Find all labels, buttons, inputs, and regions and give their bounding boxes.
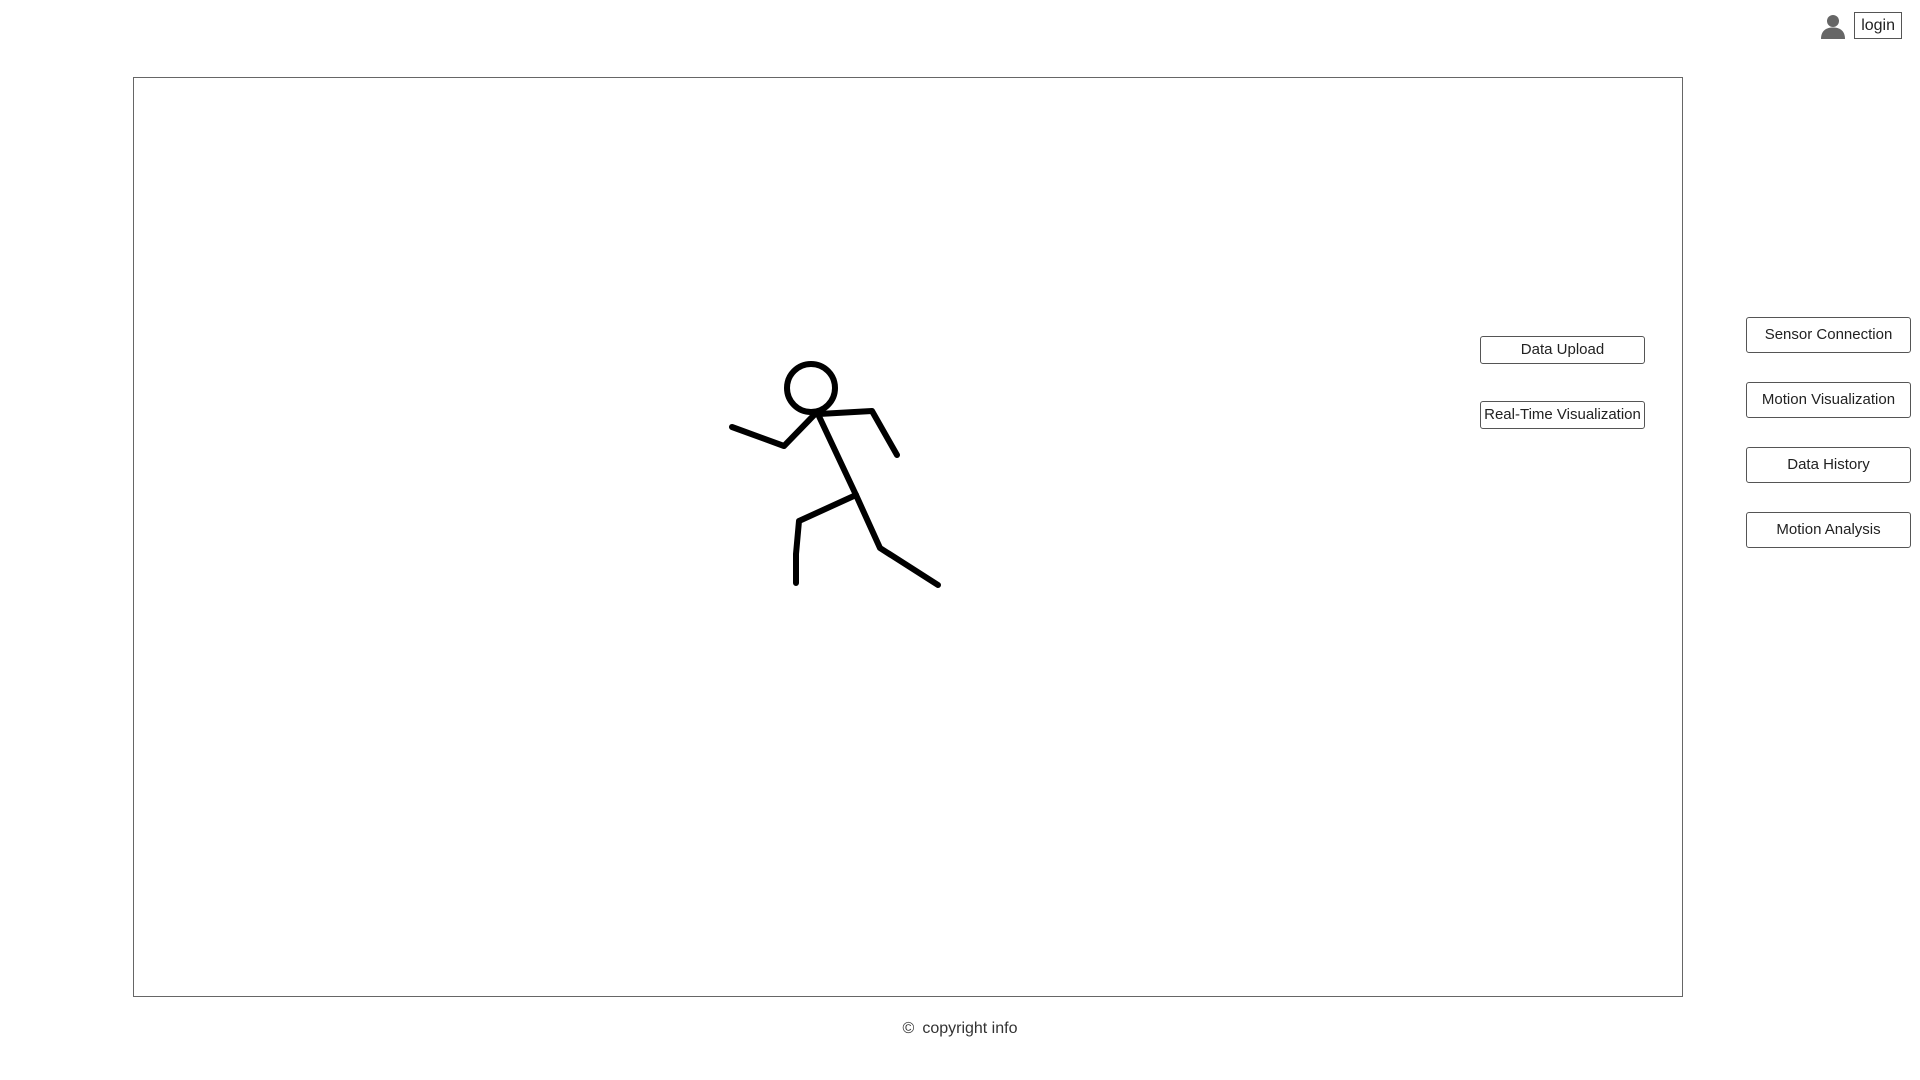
footer: © copyright info xyxy=(0,1020,1920,1038)
page: login Data Upload Real-Time Visualizatio… xyxy=(0,0,1920,1080)
copyright-symbol: © xyxy=(902,1020,915,1037)
side-nav: Sensor Connection Motion Visualization D… xyxy=(1746,317,1911,577)
running-stick-figure-icon xyxy=(729,361,941,588)
data-upload-button[interactable]: Data Upload xyxy=(1480,336,1645,364)
sensor-connection-button[interactable]: Sensor Connection xyxy=(1746,317,1911,353)
data-history-button[interactable]: Data History xyxy=(1746,447,1911,483)
realtime-visualization-button[interactable]: Real-Time Visualization xyxy=(1480,401,1645,429)
visualization-canvas[interactable]: Data Upload Real-Time Visualization xyxy=(133,77,1683,997)
motion-analysis-button[interactable]: Motion Analysis xyxy=(1746,512,1911,548)
motion-visualization-button[interactable]: Motion Visualization xyxy=(1746,382,1911,418)
login-button[interactable]: login xyxy=(1854,12,1902,39)
copyright-text: copyright info xyxy=(922,1020,1018,1037)
user-area: login xyxy=(1820,12,1902,39)
user-icon[interactable] xyxy=(1820,13,1846,39)
